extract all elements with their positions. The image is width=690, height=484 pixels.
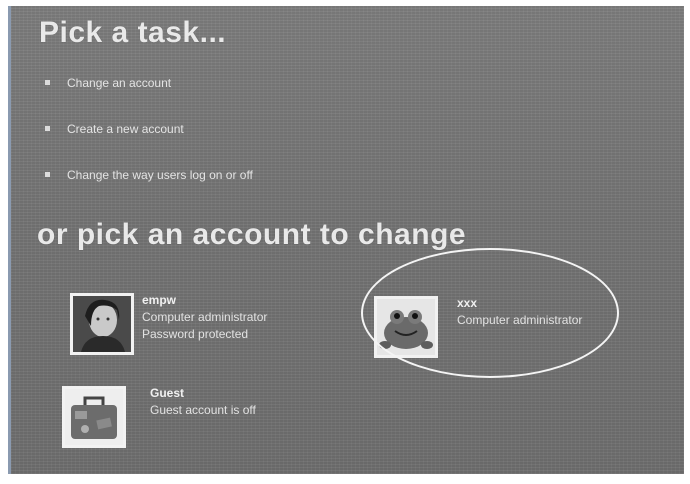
account-name: empw	[142, 293, 177, 307]
screenshot-frame: Pick a task... Change an account Create …	[0, 0, 690, 484]
task-label: Change the way users log on or off	[67, 168, 253, 182]
account-picture	[70, 293, 134, 355]
task-label: Create a new account	[67, 122, 184, 136]
bullet-icon	[45, 172, 50, 178]
task-create-account[interactable]: Create a new account	[45, 122, 184, 136]
bullet-icon	[45, 80, 50, 86]
suitcase-picture-icon	[65, 389, 123, 445]
account-tile-empw[interactable]: empw Computer administrator Password pro…	[70, 293, 300, 359]
task-change-logon[interactable]: Change the way users log on or off	[45, 168, 253, 182]
account-name: Guest	[150, 386, 185, 400]
account-status: Password protected	[142, 327, 249, 341]
account-picture	[374, 296, 438, 358]
pick-account-heading: or pick an account to change	[37, 218, 467, 251]
account-tile-xxx[interactable]: xxx Computer administrator	[374, 296, 619, 360]
portrait-photo-icon	[73, 296, 131, 352]
task-label: Change an account	[67, 76, 172, 90]
task-change-account[interactable]: Change an account	[45, 76, 171, 90]
account-type: Computer administrator	[142, 310, 268, 324]
user-accounts-panel: Pick a task... Change an account Create …	[8, 6, 684, 474]
account-status: Guest account is off	[150, 403, 256, 417]
frog-picture-icon	[377, 299, 435, 355]
bullet-icon	[45, 126, 50, 132]
pick-task-heading: Pick a task...	[39, 16, 227, 49]
account-picture	[62, 386, 126, 448]
account-name: xxx	[457, 296, 478, 310]
account-tile-guest[interactable]: Guest Guest account is off	[62, 386, 302, 450]
account-type: Computer administrator	[457, 313, 583, 327]
